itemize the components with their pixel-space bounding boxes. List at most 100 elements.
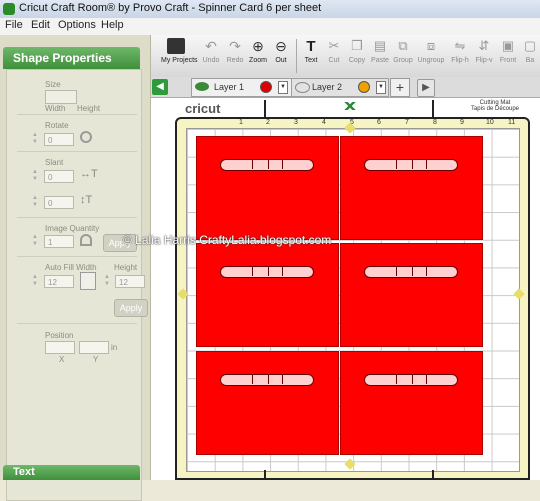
ungroup-button[interactable]: ⧈ Ungroup bbox=[417, 38, 445, 64]
cut-label: Cut bbox=[328, 57, 340, 64]
redo-label: Redo bbox=[226, 57, 244, 64]
shape-properties-header[interactable]: Shape Properties bbox=[3, 47, 140, 69]
guide-line bbox=[264, 470, 266, 480]
auto-fill-width-input[interactable]: 12 bbox=[44, 275, 74, 288]
group-button[interactable]: ⧉ Group bbox=[391, 38, 415, 64]
spinner-slot bbox=[364, 266, 458, 278]
window-title: Cricut Craft Room® by Provo Craft - Spin… bbox=[19, 2, 322, 14]
guide-line bbox=[432, 100, 434, 118]
paste-icon: ▤ bbox=[373, 38, 387, 53]
divider bbox=[17, 151, 137, 152]
mat-label-fr: Tapis de Découpe bbox=[470, 106, 520, 112]
height-label: Height bbox=[77, 104, 101, 113]
slant-v-icon[interactable]: ↕T bbox=[80, 194, 92, 206]
flip-h-button[interactable]: ⇋ Flip-h bbox=[448, 38, 472, 64]
zoom-label: Zoom bbox=[249, 57, 267, 64]
auto-fill-height-input[interactable]: 12 bbox=[115, 275, 145, 288]
zoom-in-button[interactable]: ⊕ Zoom bbox=[246, 38, 270, 64]
ruler-tick-label: 11 bbox=[508, 119, 516, 126]
paste-button[interactable]: ▤ Paste bbox=[368, 38, 392, 64]
flip-h-label: Flip-h bbox=[451, 57, 469, 64]
image-quantity-label: Image Quantity bbox=[45, 224, 100, 233]
rotate-input[interactable]: 0 bbox=[44, 133, 74, 146]
image-quantity-input[interactable]: 1 bbox=[44, 235, 74, 248]
auto-fill-width-label: Auto Fill Width bbox=[45, 263, 97, 272]
rotate-icon[interactable] bbox=[80, 131, 92, 143]
spinner-card[interactable] bbox=[196, 351, 339, 455]
layer-1-dropdown[interactable]: ▼ bbox=[278, 81, 288, 94]
layer-2-color-swatch[interactable] bbox=[358, 81, 370, 93]
menu-file[interactable]: File bbox=[5, 19, 23, 31]
menu-options[interactable]: Options bbox=[58, 19, 96, 31]
apply-auto-fill-button[interactable]: Apply bbox=[114, 299, 148, 317]
menu-help[interactable]: Help bbox=[101, 19, 124, 31]
layer-2-tab[interactable]: Layer 2 ▼ bbox=[291, 78, 389, 97]
menu-bar: File Edit Options Help bbox=[0, 18, 540, 36]
spinner-card[interactable] bbox=[196, 136, 339, 240]
undo-icon: ↶ bbox=[205, 38, 217, 54]
size-lock-icon[interactable] bbox=[45, 90, 77, 104]
scissors-icon: ✂ bbox=[328, 38, 340, 53]
size-label: Size bbox=[45, 80, 61, 89]
add-layer-button[interactable]: + bbox=[390, 78, 410, 97]
front-button[interactable]: ▣ Front bbox=[496, 38, 520, 64]
slant-label: Slant bbox=[45, 158, 64, 167]
my-projects-button[interactable]: My Projects bbox=[161, 38, 198, 64]
divider bbox=[17, 323, 137, 324]
layer-2-label: Layer 2 bbox=[312, 82, 343, 92]
slant-h-icon[interactable]: ↔T bbox=[80, 168, 98, 180]
copy-label: Copy bbox=[348, 57, 366, 64]
eye-icon[interactable] bbox=[295, 82, 310, 93]
image-quantity-icon[interactable] bbox=[80, 234, 92, 246]
back-button[interactable]: ▢ Ba bbox=[520, 38, 540, 64]
layer-2-dropdown[interactable]: ▼ bbox=[376, 81, 386, 94]
auto-fill-height-stepper[interactable]: ▲ ▼ bbox=[103, 274, 111, 289]
spinner-card[interactable] bbox=[196, 243, 339, 347]
title-bar: Cricut Craft Room® by Provo Craft - Spin… bbox=[0, 0, 540, 19]
image-quantity-stepper[interactable]: ▲ ▼ bbox=[31, 234, 39, 249]
slant-input[interactable]: 0 bbox=[44, 170, 74, 183]
slant-v-stepper[interactable]: ▲ ▼ bbox=[31, 195, 39, 210]
rotate-stepper[interactable]: ▲ ▼ bbox=[31, 132, 39, 147]
position-x-input[interactable] bbox=[45, 341, 75, 354]
spinner-card[interactable] bbox=[340, 243, 483, 347]
text-button[interactable]: T Text bbox=[299, 38, 323, 64]
menu-edit[interactable]: Edit bbox=[31, 19, 50, 31]
group-icon: ⧉ bbox=[398, 38, 408, 53]
flip-v-button[interactable]: ⇵ Flip-v bbox=[472, 38, 496, 64]
guide-line bbox=[264, 100, 266, 118]
spinner-card[interactable] bbox=[340, 351, 483, 455]
prev-mat-button[interactable]: ◀ bbox=[152, 79, 168, 95]
text-icon: T bbox=[306, 38, 316, 55]
text-panel-tab[interactable]: Text bbox=[3, 465, 140, 480]
cut-button[interactable]: ✂ Cut bbox=[322, 38, 346, 64]
panel-body: Size Width Height Rotate ▲ ▼ 0 Slant ▲ ▼ 0… bbox=[6, 69, 148, 501]
eye-icon[interactable] bbox=[195, 82, 209, 91]
auto-fill-width-stepper[interactable]: ▲ ▼ bbox=[31, 274, 39, 289]
spinner-card[interactable] bbox=[340, 136, 483, 240]
app-icon bbox=[3, 3, 15, 15]
redo-button[interactable]: ↷ Redo bbox=[223, 38, 247, 64]
layer-1-tab[interactable]: Layer 1 ▼ bbox=[191, 78, 301, 97]
slant-v-input[interactable]: 0 bbox=[44, 196, 74, 209]
front-label: Front bbox=[499, 57, 517, 64]
copy-button[interactable]: ❐ Copy bbox=[345, 38, 369, 64]
spinner-slot bbox=[364, 159, 458, 171]
guide-line bbox=[432, 470, 434, 480]
layer-1-color-swatch[interactable] bbox=[260, 81, 272, 93]
panel-title: Shape Properties bbox=[13, 51, 112, 65]
position-y-input[interactable] bbox=[79, 341, 109, 354]
undo-label: Undo bbox=[202, 57, 220, 64]
my-projects-label: My Projects bbox=[161, 57, 198, 64]
ruler-tick-label: 7 bbox=[405, 119, 409, 126]
ruler-tick-label: 8 bbox=[433, 119, 437, 126]
slant-stepper[interactable]: ▲ ▼ bbox=[31, 169, 39, 184]
auto-fill-height-label: Height bbox=[114, 263, 138, 272]
next-mat-button[interactable]: ▶ bbox=[417, 79, 435, 97]
copy-icon: ❐ bbox=[351, 38, 363, 53]
text-tab-label: Text bbox=[13, 466, 35, 478]
undo-button[interactable]: ↶ Undo bbox=[199, 38, 223, 64]
send-back-icon: ▢ bbox=[523, 38, 537, 53]
zoom-out-button[interactable]: ⊖ Out bbox=[269, 38, 293, 64]
ruler-tick-label: 1 bbox=[239, 119, 243, 126]
